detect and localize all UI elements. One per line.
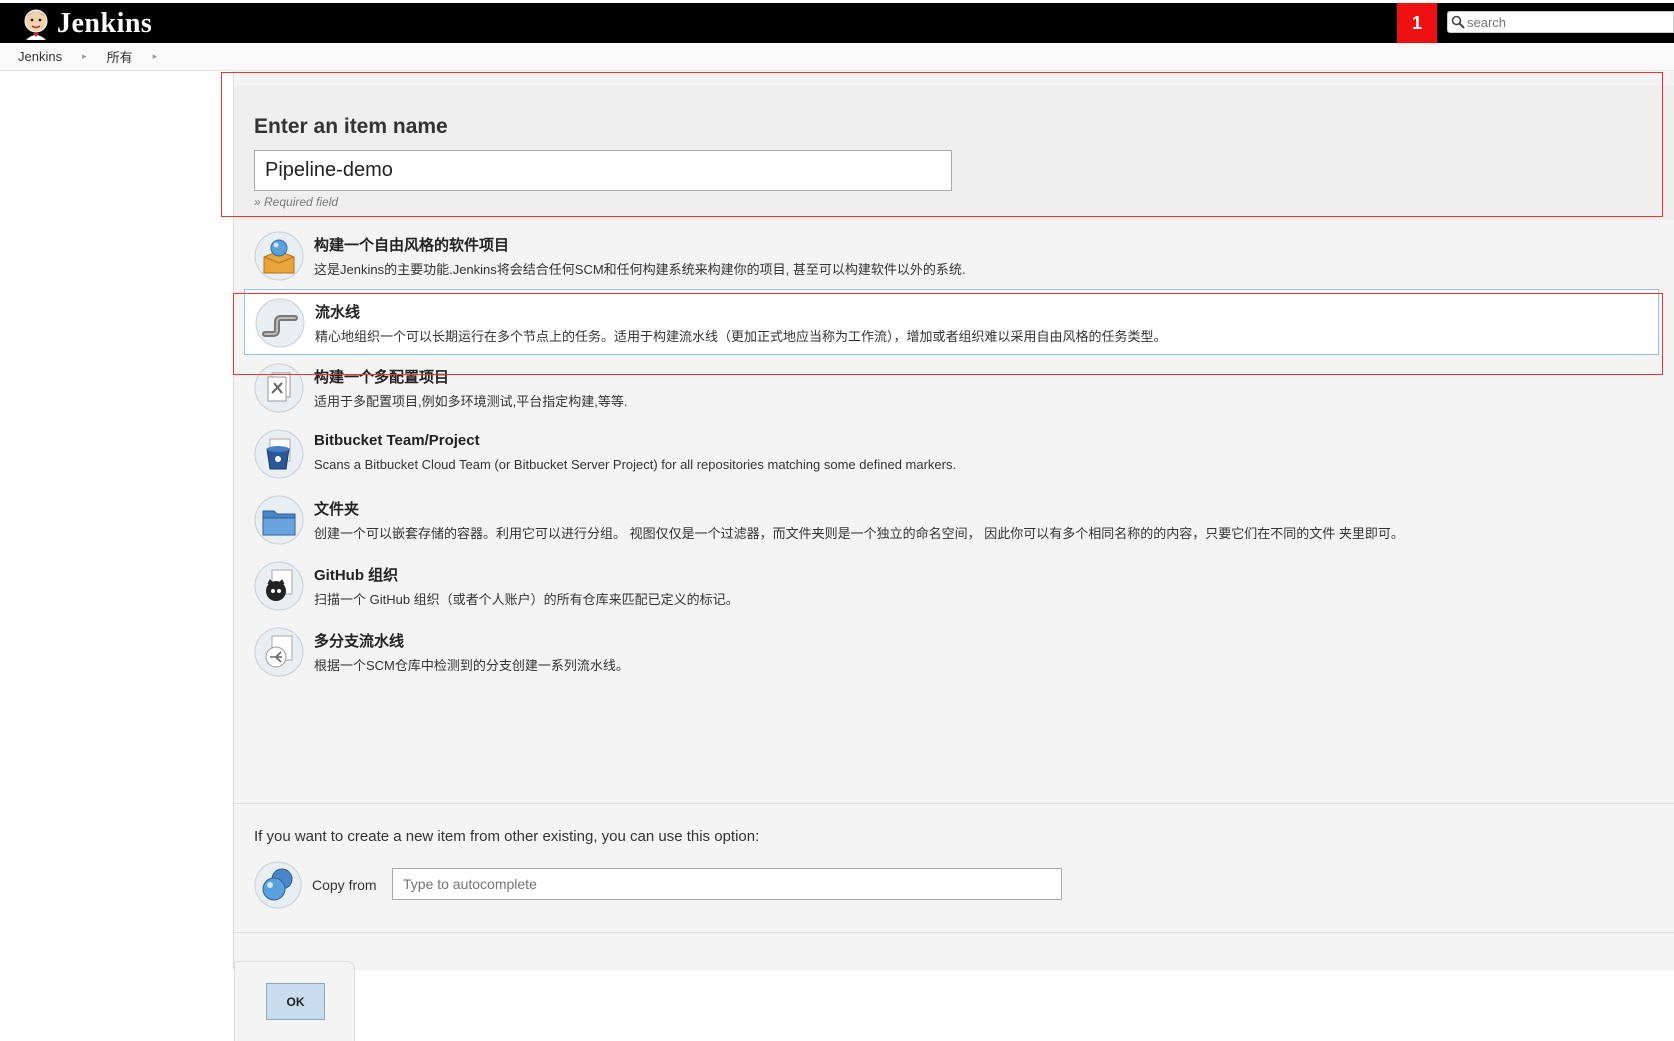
ok-button[interactable]: OK	[266, 983, 325, 1020]
copy-item-icon	[254, 861, 302, 909]
ok-button-container: OK	[234, 961, 355, 1041]
item-type-list: 构建一个自由风格的软件项目 这是Jenkins的主要功能.Jenkins将会结合…	[234, 223, 1674, 804]
item-type-label: 构建一个自由风格的软件项目	[314, 237, 510, 254]
pipeline-icon	[255, 298, 305, 348]
item-type-github-organization[interactable]: GitHub 组织 扫描一个 GitHub 组织（或者个人账户）的所有仓库来匹配…	[244, 553, 1659, 619]
item-name-input[interactable]	[254, 150, 952, 191]
breadcrumb-item-jenkins[interactable]: Jenkins	[18, 49, 62, 64]
copy-from-input[interactable]	[392, 868, 1062, 900]
item-type-pipeline[interactable]: 流水线 精心地组织一个可以长期运行在多个节点上的任务。适用于构建流水线（更加正式…	[244, 289, 1659, 355]
new-item-panel: Enter an item name » Required field 构建一个…	[233, 71, 1674, 1041]
item-type-label: Bitbucket Team/Project	[314, 432, 480, 449]
copy-from-section: If you want to create a new item from ot…	[234, 804, 1674, 933]
item-type-description: 根据一个SCM仓库中检测到的分支创建一系列流水线。	[314, 658, 629, 673]
item-type-description: 精心地组织一个可以长期运行在多个节点上的任务。适用于构建流水线（更加正式地应当称…	[315, 329, 1167, 344]
item-name-section: Enter an item name » Required field	[234, 85, 1674, 220]
bitbucket-icon	[254, 429, 304, 479]
top-header: Jenkins 1	[0, 0, 1674, 43]
item-type-multibranch-pipeline[interactable]: 多分支流水线 根据一个SCM仓库中检测到的分支创建一系列流水线。	[244, 619, 1659, 685]
item-type-label: 多分支流水线	[314, 633, 405, 650]
breadcrumb-item-all[interactable]: 所有	[107, 47, 133, 66]
copy-from-label: Copy from	[312, 877, 377, 893]
item-type-label: GitHub 组织	[314, 567, 399, 584]
breadcrumb-separator-icon: ▸	[82, 51, 87, 61]
jenkins-home-link[interactable]: Jenkins	[18, 5, 152, 43]
item-type-multi-configuration[interactable]: 构建一个多配置项目 适用于多配置项目,例如多环境测试,平台指定构建,等等.	[244, 355, 1659, 421]
app-name: Jenkins	[57, 8, 153, 39]
multi-configuration-icon	[254, 363, 304, 413]
folder-icon	[254, 495, 304, 545]
notification-badge[interactable]: 1	[1397, 3, 1437, 43]
item-type-bitbucket[interactable]: Bitbucket Team/Project Scans a Bitbucket…	[244, 421, 1659, 487]
item-type-label: 文件夹	[314, 501, 360, 518]
github-organization-icon	[254, 561, 304, 611]
item-type-description: Scans a Bitbucket Cloud Team (or Bitbuck…	[314, 457, 957, 472]
item-type-description: 创建一个可以嵌套存储的容器。利用它可以进行分组。 视图仅仅是一个过滤器，而文件夹…	[314, 526, 1404, 541]
search-input[interactable]	[1465, 14, 1659, 30]
copy-hint: If you want to create a new item from ot…	[254, 828, 760, 845]
item-name-title: Enter an item name	[254, 115, 448, 138]
item-type-folder[interactable]: 文件夹 创建一个可以嵌套存储的容器。利用它可以进行分组。 视图仅仅是一个过滤器，…	[244, 487, 1659, 553]
jenkins-butler-icon	[24, 9, 48, 40]
magnifier-icon	[1451, 15, 1465, 29]
item-type-label: 构建一个多配置项目	[314, 369, 450, 386]
breadcrumb: Jenkins ▸ 所有 ▸	[0, 43, 1674, 71]
item-type-description: 适用于多配置项目,例如多环境测试,平台指定构建,等等.	[314, 394, 628, 409]
search-box[interactable]	[1447, 11, 1674, 33]
breadcrumb-separator-icon: ▸	[152, 51, 158, 61]
freestyle-project-icon	[254, 231, 304, 281]
multibranch-pipeline-icon	[254, 627, 304, 677]
item-type-label: 流水线	[315, 304, 361, 321]
required-field-note: » Required field	[254, 195, 339, 209]
item-type-description: 这是Jenkins的主要功能.Jenkins将会结合任何SCM和任何构建系统来构…	[314, 262, 966, 277]
item-type-freestyle[interactable]: 构建一个自由风格的软件项目 这是Jenkins的主要功能.Jenkins将会结合…	[244, 223, 1659, 289]
item-type-description: 扫描一个 GitHub 组织（或者个人账户）的所有仓库来匹配已定义的标记。	[314, 592, 739, 607]
